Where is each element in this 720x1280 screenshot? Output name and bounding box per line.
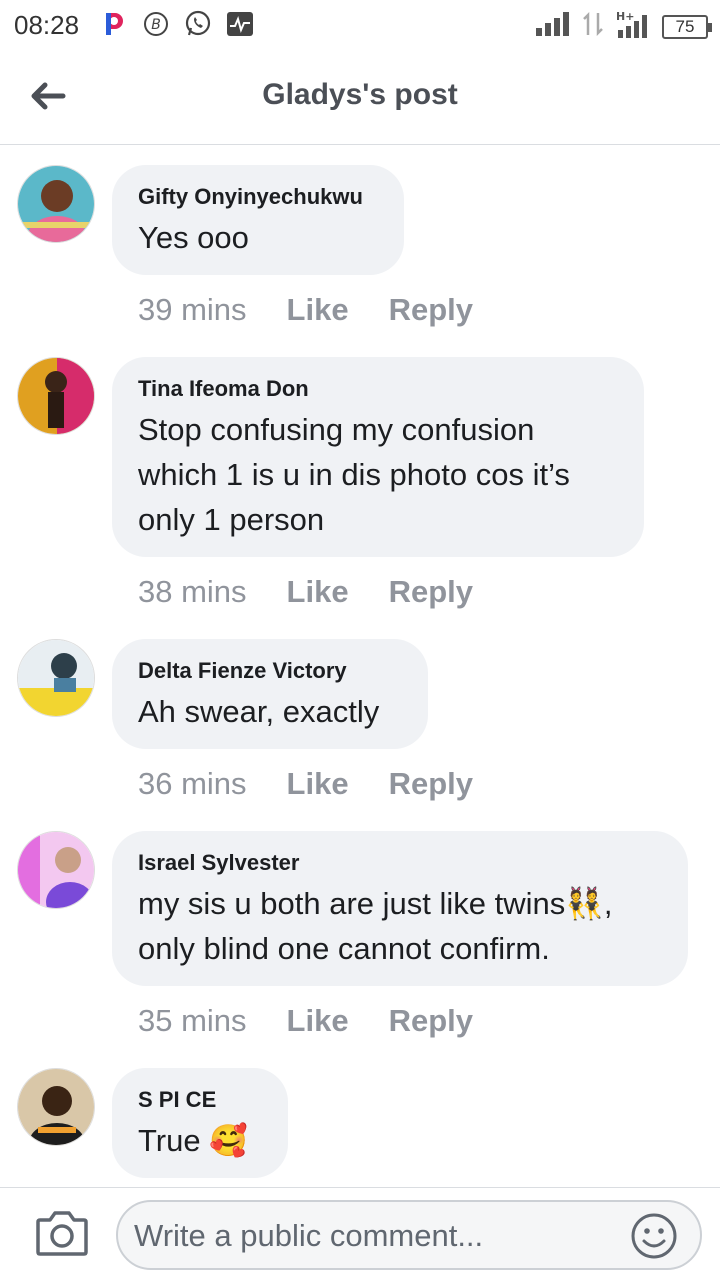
- avatar[interactable]: [17, 357, 95, 435]
- camera-button[interactable]: [34, 1208, 90, 1258]
- comment-input[interactable]: Write a public comment...: [116, 1200, 702, 1270]
- emoji-button[interactable]: [630, 1212, 678, 1260]
- comment-composer: Write a public comment...: [0, 1187, 720, 1280]
- avatar[interactable]: [17, 639, 95, 717]
- whatsapp-icon: [184, 10, 212, 38]
- comment-timestamp[interactable]: 36 mins: [138, 766, 247, 802]
- comment-actions: 36 mins Like Reply: [138, 766, 473, 802]
- network-hplus-icon: H+: [614, 10, 652, 43]
- comment-bubble: Tina Ifeoma Don Stop confusing my confus…: [112, 357, 644, 557]
- comment-input-placeholder: Write a public comment...: [134, 1218, 484, 1253]
- avatar[interactable]: [17, 1068, 95, 1146]
- like-link[interactable]: Like: [287, 1003, 349, 1039]
- like-link[interactable]: Like: [287, 292, 349, 328]
- p-app-icon: [100, 10, 128, 38]
- comment-actions: 38 mins Like Reply: [138, 574, 473, 610]
- comment-bubble: S PI CE True 🥰: [112, 1068, 288, 1178]
- avatar[interactable]: [17, 831, 95, 909]
- notification-icons: B: [100, 10, 254, 38]
- comment-text-line: my sis u both are just like twins👯,: [138, 886, 613, 921]
- comment-text-line: which 1 is u in dis photo cos it’s: [138, 457, 570, 492]
- battery-indicator: 75: [662, 14, 712, 39]
- svg-text:B: B: [151, 17, 161, 33]
- signal-icon: [536, 12, 572, 41]
- data-transfer-icon: [582, 11, 604, 42]
- comment-bubble: Delta Fienze Victory Ah swear, exactly: [112, 639, 428, 749]
- comment-text: my sis u both are just like twins👯, only…: [138, 881, 662, 971]
- smiley-icon: [631, 1213, 677, 1259]
- reply-link[interactable]: Reply: [389, 292, 473, 328]
- commenter-name[interactable]: Tina Ifeoma Don: [138, 375, 618, 403]
- comment-timestamp[interactable]: 38 mins: [138, 574, 247, 610]
- status-bar: 08:28 B H+ 75: [0, 0, 720, 50]
- comment-bubble: Israel Sylvester my sis u both are just …: [112, 831, 688, 986]
- comment-text-line: only blind one cannot confirm.: [138, 931, 550, 966]
- comment-timestamp[interactable]: 35 mins: [138, 1003, 247, 1039]
- comment-text-line: only 1 person: [138, 502, 325, 537]
- avatar[interactable]: [17, 165, 95, 243]
- comment-timestamp[interactable]: 39 mins: [138, 292, 247, 328]
- like-link[interactable]: Like: [287, 766, 349, 802]
- comment-actions: 39 mins Like Reply: [138, 292, 473, 328]
- comment-text: Yes ooo: [138, 220, 249, 255]
- top-navigation-bar: Gladys's post: [0, 50, 720, 145]
- camera-icon: [36, 1211, 88, 1256]
- comment-text: Stop confusing my confusion which 1 is u…: [138, 407, 618, 542]
- comment-text-line: Stop confusing my confusion: [138, 412, 535, 447]
- comment-bubble: Gifty Onyinyechukwu Yes ooo: [112, 165, 404, 275]
- commenter-name[interactable]: Gifty Onyinyechukwu: [138, 183, 378, 211]
- like-link[interactable]: Like: [287, 574, 349, 610]
- comment-text: Ah swear, exactly: [138, 694, 380, 729]
- bitcoin-icon: B: [142, 10, 170, 38]
- comment-text: True 🥰: [138, 1123, 248, 1158]
- reply-link[interactable]: Reply: [389, 766, 473, 802]
- commenter-name[interactable]: Israel Sylvester: [138, 849, 662, 877]
- svg-text:H+: H+: [616, 10, 634, 23]
- reply-link[interactable]: Reply: [389, 1003, 473, 1039]
- system-indicators: H+ 75: [536, 10, 712, 43]
- commenter-name[interactable]: Delta Fienze Victory: [138, 657, 402, 685]
- comment-actions: 35 mins Like Reply: [138, 1003, 473, 1039]
- activity-icon: [226, 10, 254, 38]
- page-title: Gladys's post: [262, 78, 458, 111]
- status-time: 08:28: [14, 10, 80, 40]
- commenter-name[interactable]: S PI CE: [138, 1086, 262, 1114]
- reply-link[interactable]: Reply: [389, 574, 473, 610]
